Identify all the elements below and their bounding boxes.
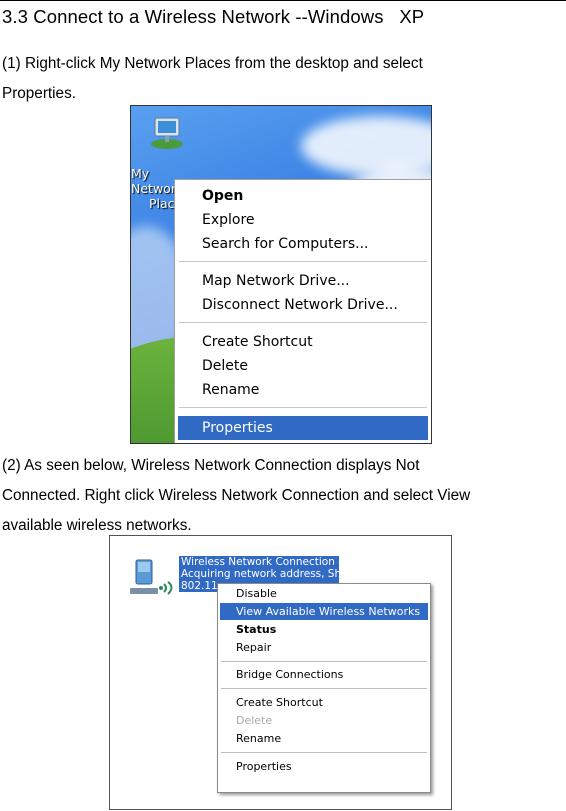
menu-item-delete[interactable]: Delete <box>202 354 248 378</box>
section-heading: 3.3 Connect to a Wireless Network --Wind… <box>2 6 425 27</box>
my-network-places-icon[interactable] <box>149 116 185 150</box>
menu-item-properties[interactable]: Properties <box>236 758 292 776</box>
menu-item-rename[interactable]: Rename <box>236 730 281 748</box>
menu-item-bridge-connections[interactable]: Bridge Connections <box>236 666 343 684</box>
desktop-context-menu: Open Explore Search for Computers... Map… <box>174 179 431 443</box>
screenshot-desktop-context-menu: My Network Places Open Explore Search fo… <box>130 105 432 444</box>
menu-item-explore[interactable]: Explore <box>202 208 255 232</box>
step-2-line-2: Connected. Right click Wireless Network … <box>2 487 471 504</box>
menu-item-search-computers[interactable]: Search for Computers... <box>202 232 369 256</box>
menu-separator <box>221 752 427 753</box>
menu-separator <box>221 688 427 689</box>
connection-name: Wireless Network Connection 4 <box>181 556 339 568</box>
menu-item-rename[interactable]: Rename <box>202 378 259 402</box>
menu-separator <box>179 261 427 262</box>
connection-status: Acquiring network address, Sh... <box>181 568 339 580</box>
menu-item-create-shortcut[interactable]: Create Shortcut <box>202 330 313 354</box>
menu-separator <box>179 322 427 323</box>
step-2-instructions: (2) As seen below, Wireless Network Conn… <box>2 451 470 541</box>
wireless-connection-icon[interactable] <box>124 554 182 602</box>
menu-item-view-wireless-networks[interactable]: View Available Wireless Networks <box>220 603 428 620</box>
menu-item-repair[interactable]: Repair <box>236 639 271 657</box>
top-rule <box>0 0 566 1</box>
step-2-line-1: (2) As seen below, Wireless Network Conn… <box>2 457 420 474</box>
menu-item-disable[interactable]: Disable <box>236 585 277 603</box>
menu-item-open[interactable]: Open <box>202 184 243 208</box>
menu-item-properties[interactable]: Properties <box>178 416 428 440</box>
step-1-line-1: (1) Right-click My Network Places from t… <box>2 55 423 72</box>
menu-item-delete: Delete <box>236 714 273 727</box>
menu-item-status[interactable]: Status <box>236 621 276 639</box>
menu-item-create-shortcut[interactable]: Create Shortcut <box>236 694 323 712</box>
menu-separator <box>179 407 427 408</box>
menu-separator <box>221 661 427 662</box>
menu-item-disconnect-network-drive[interactable]: Disconnect Network Drive... <box>202 293 398 317</box>
step-1-instructions: (1) Right-click My Network Places from t… <box>2 49 423 109</box>
connection-context-menu: Disable View Available Wireless Networks… <box>217 583 431 793</box>
menu-item-map-network-drive[interactable]: Map Network Drive... <box>202 269 350 293</box>
screenshot-network-connection-menu: Wireless Network Connection 4 Acquiring … <box>109 535 452 810</box>
